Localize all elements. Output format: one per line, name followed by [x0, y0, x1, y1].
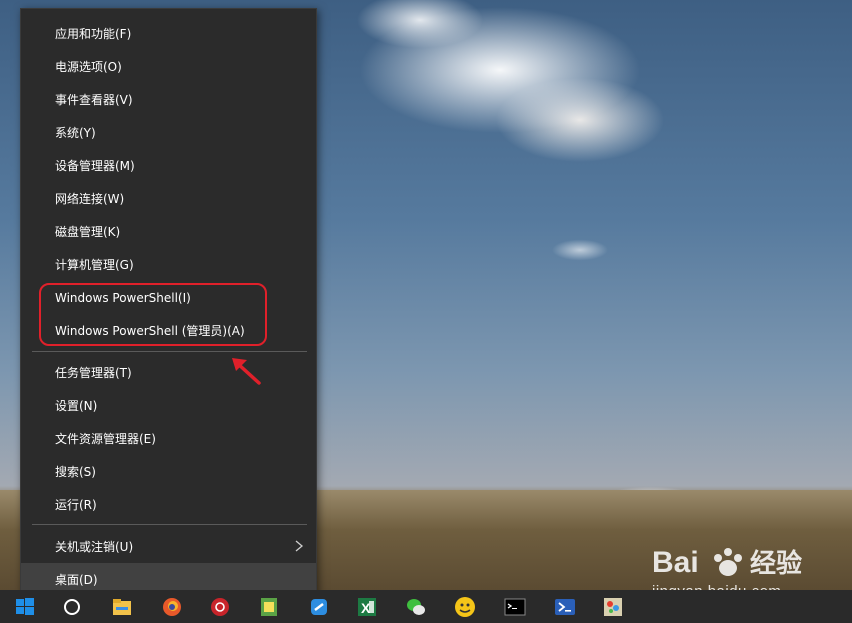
menu-item-label: 搜索(S)	[55, 465, 96, 479]
menu-item-label: 桌面(D)	[55, 573, 98, 587]
menu-item-label: 文件资源管理器(E)	[55, 432, 156, 446]
menu-item-label: 设备管理器(M)	[55, 159, 135, 173]
chevron-right-icon	[295, 540, 304, 552]
menu-item-label: 设置(N)	[55, 399, 98, 413]
menu-item-event-viewer[interactable]: 事件查看器(V)	[21, 83, 316, 116]
menu-item-label: 事件查看器(V)	[55, 93, 133, 107]
menu-item-settings[interactable]: 设置(N)	[21, 389, 316, 422]
cmd-icon[interactable]	[503, 595, 527, 619]
menu-item-power-options[interactable]: 电源选项(O)	[21, 50, 316, 83]
menu-item-task-manager[interactable]: 任务管理器(T)	[21, 356, 316, 389]
cortana-icon[interactable]	[60, 595, 84, 619]
menu-item-file-explorer[interactable]: 文件资源管理器(E)	[21, 422, 316, 455]
menu-item-run[interactable]: 运行(R)	[21, 488, 316, 521]
annotation-arrow-icon	[232, 358, 261, 385]
menu-item-label: 运行(R)	[55, 498, 97, 512]
menu-item-label: 计算机管理(G)	[55, 258, 134, 272]
menu-item-system[interactable]: 系统(Y)	[21, 116, 316, 149]
menu-item-label: 任务管理器(T)	[55, 366, 132, 380]
windows-start-icon[interactable]	[13, 595, 37, 619]
blue-app-icon[interactable]	[307, 595, 331, 619]
menu-item-label: 磁盘管理(K)	[55, 225, 121, 239]
svg-text:经验: 经验	[750, 548, 802, 579]
menu-item-label: 关机或注销(U)	[55, 540, 134, 554]
menu-separator	[32, 351, 307, 352]
menu-item-label: 系统(Y)	[55, 126, 96, 140]
file-explorer-icon[interactable]	[110, 595, 134, 619]
menu-item-device-manager[interactable]: 设备管理器(M)	[21, 149, 316, 182]
menu-item-label: 应用和功能(F)	[55, 27, 132, 41]
firefox-icon[interactable]	[160, 595, 184, 619]
menu-item-computer-management[interactable]: 计算机管理(G)	[21, 248, 316, 281]
menu-item-network-connections[interactable]: 网络连接(W)	[21, 182, 316, 215]
menu-separator	[32, 524, 307, 525]
menu-item-shutdown-signout[interactable]: 关机或注销(U)	[21, 530, 316, 563]
yellow-face-icon[interactable]	[453, 595, 477, 619]
app-icon[interactable]	[257, 595, 281, 619]
powershell-icon[interactable]	[553, 595, 577, 619]
taskbar: X	[0, 590, 852, 623]
menu-item-label: 网络连接(W)	[55, 192, 125, 206]
netease-music-icon[interactable]	[208, 595, 232, 619]
svg-text:Bai: Bai	[652, 546, 699, 579]
paint-app-icon[interactable]	[601, 595, 625, 619]
menu-item-apps-features[interactable]: 应用和功能(F)	[21, 17, 316, 50]
menu-item-label: 电源选项(O)	[55, 60, 122, 74]
menu-item-disk-management[interactable]: 磁盘管理(K)	[21, 215, 316, 248]
wechat-icon[interactable]	[404, 595, 428, 619]
annotation-highlight-box	[39, 283, 267, 346]
menu-item-search[interactable]: 搜索(S)	[21, 455, 316, 488]
excel-icon[interactable]: X	[355, 595, 379, 619]
